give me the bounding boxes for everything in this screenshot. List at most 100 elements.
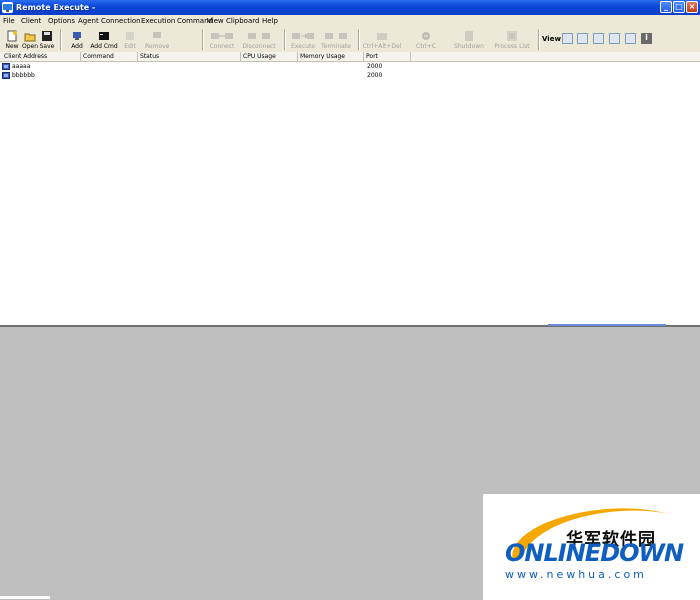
menu-view[interactable]: View bbox=[207, 17, 224, 25]
view-label: View bbox=[542, 35, 561, 43]
remove-label: Remove bbox=[145, 43, 170, 50]
menu-execution[interactable]: Execution bbox=[141, 17, 175, 25]
column-divider[interactable] bbox=[410, 52, 411, 61]
connect-label: Connect bbox=[209, 43, 235, 50]
close-button[interactable]: × bbox=[686, 1, 698, 13]
connect-button[interactable]: Connect bbox=[208, 28, 236, 50]
column-divider[interactable] bbox=[80, 52, 81, 61]
new-file-icon bbox=[6, 30, 18, 42]
app-icon bbox=[2, 2, 13, 13]
col-command[interactable]: Command bbox=[83, 53, 114, 60]
menu-clipboard[interactable]: Clipboard bbox=[226, 17, 259, 25]
edit-button[interactable]: Edit bbox=[122, 28, 138, 50]
keyboard-icon bbox=[376, 30, 388, 42]
add-client-icon bbox=[71, 30, 83, 42]
open-label: Open bbox=[22, 43, 39, 50]
menu-agent[interactable]: Agent bbox=[78, 17, 99, 25]
status-strip bbox=[0, 596, 50, 599]
disconnect-button[interactable]: Disconnect bbox=[241, 28, 277, 50]
menu-file[interactable]: File bbox=[3, 17, 15, 25]
cell-client-address: bbbbbb bbox=[12, 72, 35, 79]
col-cpu-usage[interactable]: CPU Usage bbox=[243, 53, 276, 60]
new-label: New bbox=[5, 43, 19, 50]
terminate-icon bbox=[325, 30, 347, 42]
ctrl-c-button[interactable]: Ctrl+C bbox=[414, 28, 438, 50]
col-status[interactable]: Status bbox=[140, 53, 159, 60]
terminate-button[interactable]: Terminate bbox=[319, 28, 353, 50]
new-button[interactable]: New bbox=[5, 28, 19, 50]
title-bar[interactable]: Remote Execute - _ □ × bbox=[0, 0, 700, 15]
stop-icon bbox=[420, 30, 432, 42]
add-label: Add bbox=[71, 43, 83, 50]
computer-icon bbox=[2, 72, 10, 79]
minimize-button[interactable]: _ bbox=[660, 1, 672, 13]
disconnect-icon bbox=[248, 30, 270, 42]
open-folder-icon bbox=[24, 30, 36, 42]
col-client-address[interactable]: Client Address bbox=[4, 53, 47, 60]
computer-icon bbox=[2, 63, 10, 70]
cell-port: 2000 bbox=[367, 72, 383, 79]
execute-label: Execute bbox=[291, 43, 315, 50]
toolbar-separator bbox=[358, 29, 360, 50]
save-button[interactable]: Save bbox=[39, 28, 55, 50]
ctrl-alt-del-label: Ctrl+Alt+Del bbox=[362, 43, 402, 50]
add-cmd-label: Add Cmd bbox=[90, 43, 118, 50]
col-memory-usage[interactable]: Memory Usage bbox=[300, 53, 345, 60]
disconnect-label: Disconnect bbox=[242, 43, 276, 50]
menu-options[interactable]: Options bbox=[48, 17, 75, 25]
small-icons-view-icon[interactable] bbox=[577, 33, 588, 44]
process-list-label: Process List bbox=[494, 43, 530, 50]
remove-client-icon bbox=[151, 30, 163, 42]
save-label: Save bbox=[39, 43, 55, 50]
toolbar-separator bbox=[284, 29, 286, 50]
window-title: Remote Execute - bbox=[16, 3, 96, 12]
process-list-icon bbox=[506, 30, 518, 42]
shutdown-label: Shutdown bbox=[454, 43, 484, 50]
toolbar-separator bbox=[538, 29, 540, 50]
toolbar-separator bbox=[60, 29, 62, 50]
toolbar-separator bbox=[202, 29, 204, 50]
edit-icon bbox=[124, 30, 136, 42]
table-row[interactable]: bbbbbb 2000 bbox=[0, 71, 700, 80]
client-list[interactable]: Client Address Command Status CPU Usage … bbox=[0, 52, 700, 325]
menu-client[interactable]: Client bbox=[21, 17, 41, 25]
tile-view-icon[interactable] bbox=[625, 33, 636, 44]
ctrl-alt-del-button[interactable]: Ctrl+Alt+Del bbox=[361, 28, 403, 50]
execute-button[interactable]: Execute bbox=[289, 28, 317, 50]
maximize-button[interactable]: □ bbox=[673, 1, 685, 13]
large-icons-view-icon[interactable] bbox=[562, 33, 573, 44]
menu-help[interactable]: Help bbox=[262, 17, 278, 25]
shutdown-icon bbox=[463, 30, 475, 42]
add-cmd-button[interactable]: Add Cmd bbox=[89, 28, 119, 50]
column-divider[interactable] bbox=[297, 52, 298, 61]
column-divider[interactable] bbox=[137, 52, 138, 61]
table-row[interactable]: aaaaa 2000 bbox=[0, 62, 700, 71]
execute-icon bbox=[292, 30, 314, 42]
menu-connection[interactable]: Connection bbox=[101, 17, 141, 25]
info-icon[interactable]: i bbox=[641, 33, 652, 44]
command-prompt-icon bbox=[98, 30, 110, 42]
shutdown-button[interactable]: Shutdown bbox=[452, 28, 486, 50]
watermark-url: www.newhua.com bbox=[505, 568, 647, 581]
watermark-logo: 华军软件园 ONLINEDOWN www.newhua.com bbox=[483, 494, 700, 600]
column-divider[interactable] bbox=[240, 52, 241, 61]
cell-client-address: aaaaa bbox=[12, 63, 31, 70]
col-port[interactable]: Port bbox=[366, 53, 378, 60]
connect-icon bbox=[211, 30, 233, 42]
toolbar: New Open Save Add Add Cmd Edit Remove Co… bbox=[0, 27, 700, 53]
splitter-highlight bbox=[548, 324, 666, 326]
remove-button[interactable]: Remove bbox=[145, 28, 169, 50]
open-button[interactable]: Open bbox=[22, 28, 38, 50]
list-view-icon[interactable] bbox=[593, 33, 604, 44]
column-divider[interactable] bbox=[363, 52, 364, 61]
details-view-icon[interactable] bbox=[609, 33, 620, 44]
save-disk-icon bbox=[41, 30, 53, 42]
watermark-brand: ONLINEDOWN bbox=[505, 539, 684, 567]
ctrl-c-label: Ctrl+C bbox=[416, 43, 436, 50]
process-list-button[interactable]: Process List bbox=[490, 28, 534, 50]
cell-port: 2000 bbox=[367, 63, 383, 70]
edit-label: Edit bbox=[124, 43, 136, 50]
terminate-label: Terminate bbox=[321, 43, 351, 50]
add-button[interactable]: Add bbox=[69, 28, 85, 50]
list-header: Client Address Command Status CPU Usage … bbox=[0, 52, 700, 62]
